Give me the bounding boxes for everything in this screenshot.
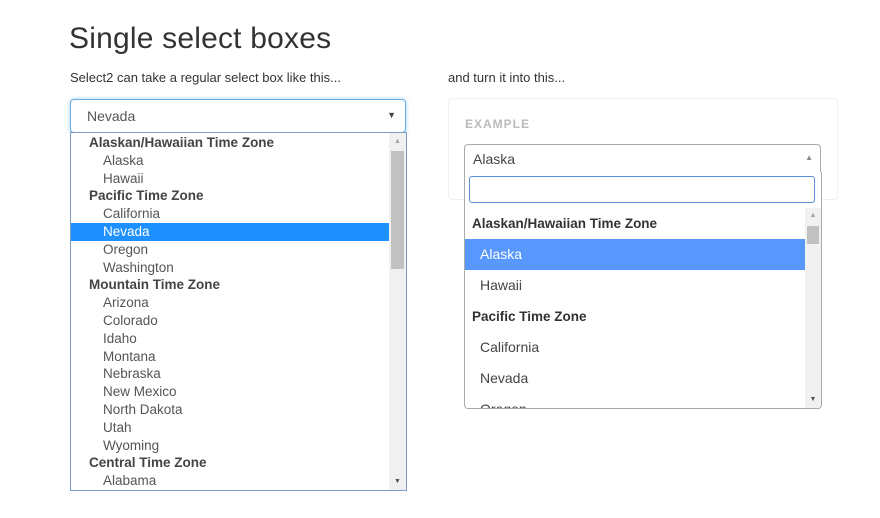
- native-optgroup-label: Central Time Zone: [89, 455, 207, 471]
- select2-option[interactable]: Nevada: [465, 363, 805, 394]
- select2-results: Alaskan/Hawaiian Time Zone Alaska Hawaii Pa…: [465, 208, 805, 408]
- native-option[interactable]: Alabama: [71, 472, 389, 490]
- select2-selected-value: Alaska: [473, 151, 516, 167]
- select2-scrollbar[interactable]: ▲ ▼: [805, 208, 821, 408]
- native-option[interactable]: Montana: [71, 348, 389, 366]
- select2-dropdown: Alaskan/Hawaiian Time Zone Alaska Hawaii Pa…: [464, 172, 822, 409]
- page-title: Single select boxes: [69, 22, 332, 55]
- select2-option[interactable]: Hawaii: [465, 270, 805, 301]
- native-optgroup-label: Pacific Time Zone: [89, 188, 204, 204]
- example-label: EXAMPLE: [465, 117, 531, 131]
- native-option[interactable]: Oregon: [71, 241, 389, 259]
- lead-text-left: Select2 can take a regular select box li…: [70, 70, 341, 85]
- select2-selection[interactable]: Alaska ▲: [464, 144, 821, 173]
- select2-group-label: Pacific Time Zone: [472, 309, 587, 324]
- native-option[interactable]: Washington: [71, 259, 389, 277]
- native-select-value: Nevada: [87, 108, 136, 124]
- select2-option[interactable]: California: [465, 332, 805, 363]
- native-option[interactable]: Colorado: [71, 312, 389, 330]
- scroll-up-icon[interactable]: ▲: [389, 133, 406, 150]
- scrollbar-thumb[interactable]: [391, 151, 404, 269]
- native-option[interactable]: Nebraska: [71, 365, 389, 383]
- native-scrollbar[interactable]: ▲ ▼: [389, 133, 406, 490]
- native-option[interactable]: Nevada: [71, 223, 389, 241]
- scroll-down-icon[interactable]: ▼: [805, 392, 821, 408]
- native-option[interactable]: Idaho: [71, 330, 389, 348]
- select2-option[interactable]: Alaska: [465, 239, 805, 270]
- scrollbar-thumb[interactable]: [807, 226, 819, 244]
- select2-search-input[interactable]: [469, 176, 815, 203]
- native-option[interactable]: Alaska: [71, 152, 389, 170]
- native-select-box[interactable]: Nevada ▼: [70, 99, 406, 133]
- select2-group-label: Alaskan/Hawaiian Time Zone: [472, 216, 658, 231]
- native-option[interactable]: Wyoming: [71, 437, 389, 455]
- native-option[interactable]: Utah: [71, 419, 389, 437]
- select2-option[interactable]: Oregon: [465, 394, 805, 408]
- scroll-down-icon[interactable]: ▼: [389, 473, 406, 490]
- native-optgroup-label: Mountain Time Zone: [89, 277, 220, 293]
- native-optgroup-label: Alaskan/Hawaiian Time Zone: [89, 135, 275, 150]
- native-option[interactable]: North Dakota: [71, 401, 389, 419]
- native-option[interactable]: New Mexico: [71, 383, 389, 401]
- lead-text-right: and turn it into this...: [448, 70, 566, 85]
- native-option[interactable]: Arizona: [71, 294, 389, 312]
- native-option[interactable]: Hawaii: [71, 170, 389, 188]
- scroll-up-icon[interactable]: ▲: [805, 208, 821, 224]
- native-option[interactable]: California: [71, 205, 389, 223]
- caret-down-icon: ▼: [387, 110, 396, 120]
- caret-up-icon: ▲: [805, 153, 813, 162]
- native-select-dropdown: Alaskan/Hawaiian Time Zone Alaska Hawaii Pa…: [70, 132, 407, 491]
